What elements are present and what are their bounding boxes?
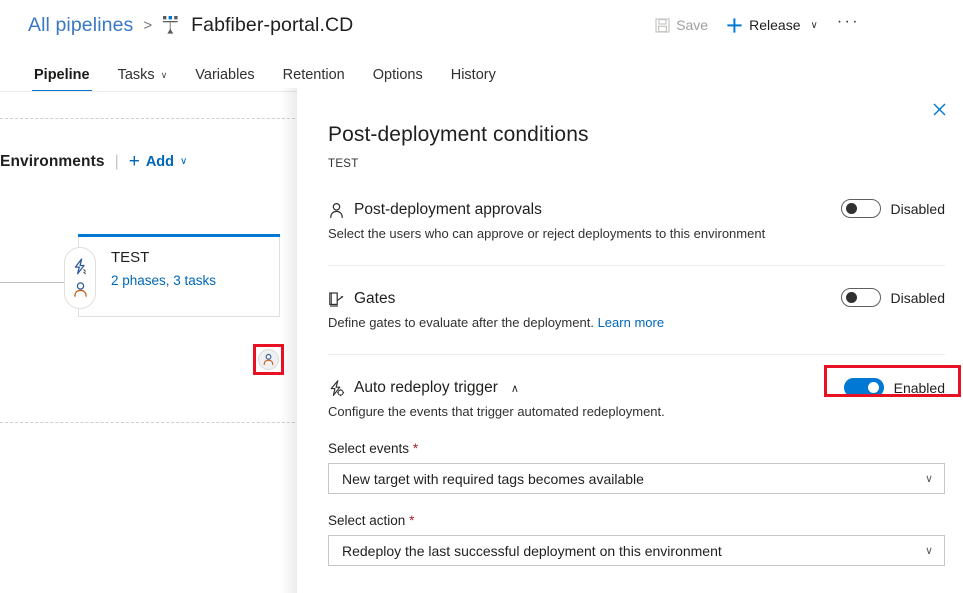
canvas-dashed-line [0,118,300,119]
chevron-down-icon: ∨ [810,20,817,31]
auto-redeploy-trigger-toggle[interactable] [844,378,884,397]
app-root: All pipelines > Fabfiber-portal.CD [0,0,963,593]
post-deployment-approvals-toggle[interactable] [841,199,881,218]
save-label: Save [676,17,708,33]
section-description: Configure the events that trigger automa… [328,404,945,419]
breadcrumb-all-pipelines[interactable]: All pipelines [28,14,133,37]
select-action-value: Redeploy the last successful deployment … [342,543,722,559]
chevron-up-icon[interactable]: ∧ [511,382,519,395]
lightning-trigger-icon [72,258,89,275]
gate-icon [328,291,345,308]
section-title: Gates [354,290,395,308]
save-button[interactable]: Save [646,12,717,38]
panel-subtitle: TEST [328,158,359,170]
tab-pipeline[interactable]: Pipeline [20,67,104,92]
chevron-down-icon: ∨ [161,70,168,81]
toolbar: Save Release ∨ ··· [646,12,868,38]
chevron-down-icon: ∨ [925,472,933,485]
panel-title: Post-deployment conditions [328,123,589,147]
environments-header: Environments | + Add ∨ [0,152,187,171]
save-disk-icon [655,18,670,33]
section-auto-redeploy-trigger: Auto redeploy trigger ∧ Configure the ev… [328,379,945,419]
select-events-value: New target with required tags becomes av… [342,471,644,487]
approvals-toggle-group: Disabled [841,199,945,218]
section-title: Post-deployment approvals [354,201,542,219]
select-events-dropdown[interactable]: New target with required tags becomes av… [328,463,945,494]
add-environment-label: Add [146,154,174,170]
section-divider [328,354,945,355]
select-action-label: Select action * [328,513,945,528]
close-icon[interactable] [925,96,953,122]
tab-tasks-label: Tasks [118,67,155,83]
tab-variables[interactable]: Variables [181,67,268,92]
gates-toggle[interactable] [841,288,881,307]
tab-tasks[interactable]: Tasks ∨ [104,67,182,92]
gates-toggle-group: Disabled [841,288,945,307]
tab-options-label: Options [373,67,423,83]
section-description: Select the users who can approve or reje… [328,226,945,241]
required-asterisk: * [413,441,418,456]
environment-connector-line [0,282,70,283]
tab-variables-label: Variables [195,67,254,83]
pre-deployment-conditions-button[interactable] [64,247,96,309]
approvals-toggle-state: Disabled [891,201,945,217]
section-divider [328,265,945,266]
select-events-label: Select events * [328,441,945,456]
gates-toggle-state: Disabled [891,290,945,306]
auto-redeploy-toggle-group: Enabled [844,378,945,397]
pipeline-canvas: Environments | + Add ∨ TEST 2 phases, 3 … [0,92,300,593]
tab-bar: Pipeline Tasks ∨ Variables Retention Opt… [20,56,510,92]
breadcrumb-separator: > [142,17,153,34]
tab-pipeline-label: Pipeline [34,67,90,83]
environment-card-test[interactable]: TEST 2 phases, 3 tasks [78,237,280,317]
tab-retention-label: Retention [283,67,345,83]
header-separator: | [115,153,119,171]
field-select-events: Select events * New target with required… [328,441,945,494]
field-select-action: Select action * Redeploy the last succes… [328,513,945,566]
section-description-text: Define gates to evaluate after the deplo… [328,315,594,330]
section-gates: Gates Define gates to evaluate after the… [328,290,945,330]
section-description-text: Select the users who can approve or reje… [328,226,765,241]
panel-drop-shadow [280,88,297,593]
section-post-deployment-approvals: Post-deployment approvals Select the use… [328,201,945,241]
environment-name: TEST [111,249,149,266]
post-deployment-conditions-panel: Post-deployment conditions TEST Post-dep… [297,88,963,593]
select-action-dropdown[interactable]: Redeploy the last successful deployment … [328,535,945,566]
page-title: Fabfiber-portal.CD [191,14,353,37]
release-label: Release [749,17,800,33]
chevron-down-icon: ∨ [180,156,187,167]
more-options-button[interactable]: ··· [827,13,868,37]
plus-icon [726,17,743,34]
toggle-knob [868,382,879,393]
gates-learn-more-link[interactable]: Learn more [598,315,664,330]
plus-icon: + [129,152,140,171]
release-button[interactable]: Release ∨ [717,12,827,38]
environment-phases-tasks-link[interactable]: 2 phases, 3 tasks [111,273,216,288]
person-approval-icon [72,281,89,298]
auto-redeploy-toggle-state: Enabled [894,380,945,396]
breadcrumb: All pipelines > Fabfiber-portal.CD [28,9,353,41]
toggle-knob [846,292,857,303]
release-pipeline-icon [162,15,180,35]
select-events-label-text: Select events [328,441,409,456]
canvas-dashed-line [0,422,300,423]
add-environment-button[interactable]: + Add ∨ [129,152,188,171]
required-asterisk: * [409,513,414,528]
chevron-down-icon: ∨ [925,544,933,557]
section-title: Auto redeploy trigger [354,379,498,397]
select-action-label-text: Select action [328,513,405,528]
section-description-text: Configure the events that trigger automa… [328,404,665,419]
environments-label: Environments [0,153,105,171]
toggle-knob [846,203,857,214]
tab-history-label: History [451,67,496,83]
auto-redeploy-icon [328,380,345,397]
section-description: Define gates to evaluate after the deplo… [328,315,945,330]
person-approval-icon [328,202,345,219]
